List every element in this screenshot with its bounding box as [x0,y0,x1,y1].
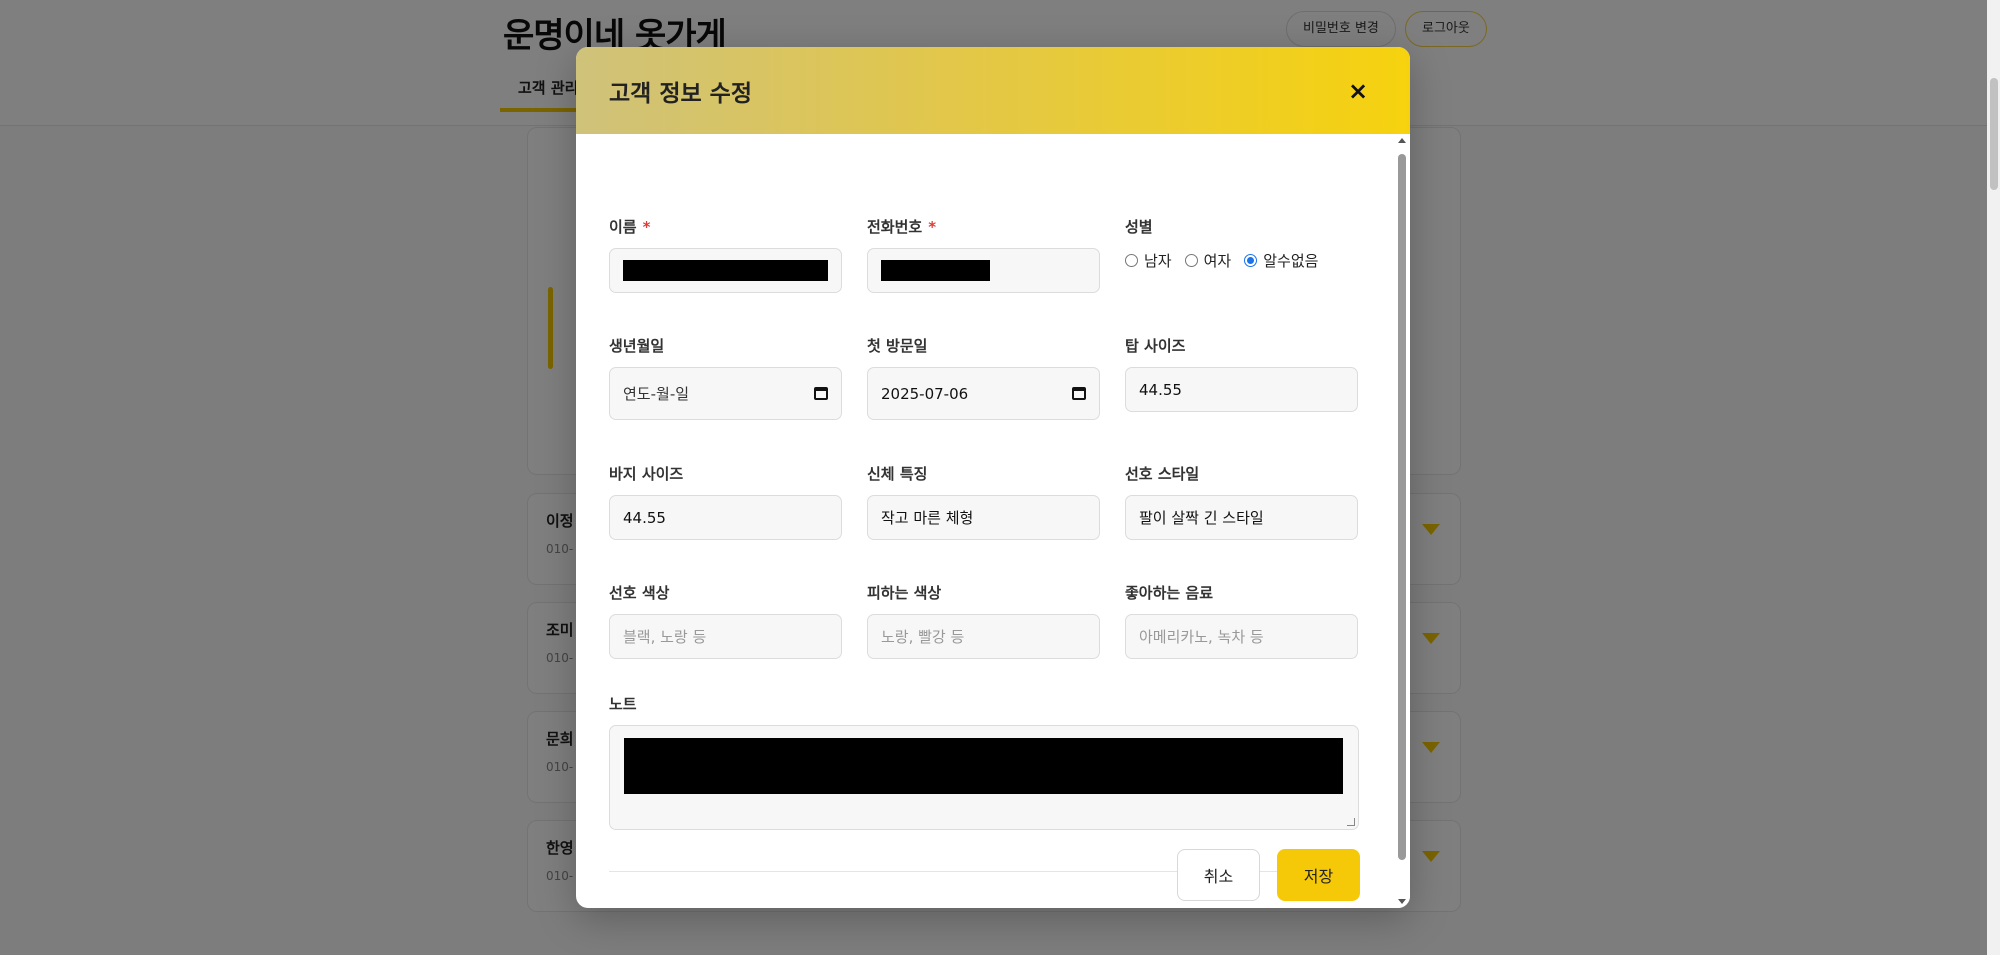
preferred-color-label: 선호 색상 [609,584,670,602]
pants-size-label: 바지 사이즈 [609,465,684,483]
calendar-icon[interactable] [1072,387,1086,400]
pants-size-field[interactable]: 44.55 [609,495,842,540]
page-scrollbar[interactable] [1987,0,2000,955]
favorite-drink-label: 좋아하는 음료 [1125,584,1214,602]
phone-label: 전화번호 * [867,218,937,236]
resize-handle-icon[interactable] [1347,818,1355,826]
name-label: 이름 * [609,218,651,236]
gender-option-unknown[interactable]: 알수없음 [1244,250,1318,271]
gender-option-male[interactable]: 남자 [1125,250,1172,271]
dialog-title: 고객 정보 수정 [609,81,752,107]
gender-label: 성별 [1125,218,1153,236]
note-label: 노트 [609,695,637,713]
note-textarea[interactable] [609,725,1359,830]
required-mark: * [928,218,937,236]
edit-customer-dialog: 고객 정보 수정 × 이름 * 전화번호 * 성별 남자 여자 알수없음 생년월일 … [576,47,1410,908]
redacted-value [623,260,828,281]
name-field[interactable] [609,248,842,293]
avoided-color-label: 피하는 색상 [867,584,942,602]
preferred-color-field[interactable]: 블랙, 노랑 등 [609,614,842,659]
top-size-field[interactable]: 44.55 [1125,367,1358,412]
birthday-label: 생년월일 [609,337,665,355]
dialog-scrollbar-thumb[interactable] [1398,154,1406,860]
redacted-value [881,260,990,281]
redacted-value [624,738,1343,794]
gender-option-female[interactable]: 여자 [1184,250,1231,271]
scroll-up-arrow-icon[interactable] [1398,138,1406,143]
dialog-body: 이름 * 전화번호 * 성별 남자 여자 알수없음 생년월일 연도-월-일 첫 방문… [576,134,1410,908]
body-feature-field[interactable]: 작고 마른 체형 [867,495,1100,540]
preferred-style-label: 선호 스타일 [1125,465,1200,483]
scroll-down-arrow-icon[interactable] [1398,899,1406,904]
required-mark: * [642,218,651,236]
birthday-date-input[interactable]: 연도-월-일 [609,367,842,420]
body-feature-label: 신체 특징 [867,465,928,483]
radio-button[interactable] [1125,254,1138,267]
calendar-icon[interactable] [814,387,828,400]
page-scrollbar-thumb[interactable] [1990,78,1998,190]
gender-radio-group: 남자 여자 알수없음 [1125,250,1331,271]
dialog-header: 고객 정보 수정 × [576,47,1410,134]
first-visit-date-input[interactable]: 2025-07-06 [867,367,1100,420]
save-button[interactable]: 저장 [1277,849,1360,901]
favorite-drink-field[interactable]: 아메리카노, 녹차 등 [1125,614,1358,659]
top-size-label: 탑 사이즈 [1125,337,1186,355]
radio-button-selected[interactable] [1244,254,1258,267]
cancel-button[interactable]: 취소 [1177,849,1260,901]
phone-field[interactable] [867,248,1100,293]
first-visit-label: 첫 방문일 [867,337,928,355]
dialog-scrollbar[interactable] [1394,134,1410,908]
avoided-color-field[interactable]: 노랑, 빨강 등 [867,614,1100,659]
preferred-style-field[interactable]: 팔이 살짝 긴 스타일 [1125,495,1358,540]
close-icon[interactable]: × [1336,69,1380,113]
radio-button[interactable] [1184,254,1198,267]
